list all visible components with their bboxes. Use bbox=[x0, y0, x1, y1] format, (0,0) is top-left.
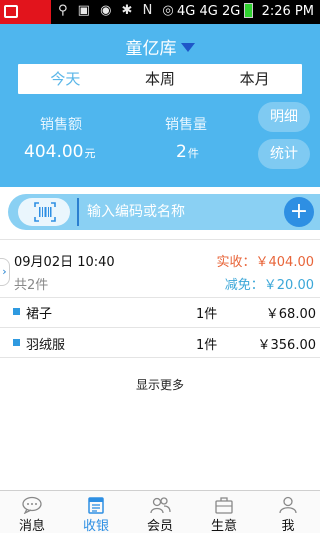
nav-label: 生意 bbox=[210, 519, 237, 533]
nav-cashier[interactable]: 收银 bbox=[64, 491, 128, 533]
cashier-icon bbox=[88, 497, 104, 514]
divider bbox=[0, 357, 320, 358]
business-icon bbox=[215, 497, 233, 514]
scan-button[interactable] bbox=[18, 198, 70, 226]
nav-label: 消息 bbox=[18, 519, 45, 533]
item-price: ￥68.00 bbox=[265, 307, 316, 322]
bottom-nav: 消息 收银 会员 生意 我 bbox=[0, 490, 320, 533]
notification-icons: ⚲ ▣ ◉ ✱ N ◎ bbox=[58, 3, 177, 18]
search-input[interactable] bbox=[77, 198, 291, 226]
add-button[interactable]: + bbox=[284, 197, 314, 227]
detail-button[interactable]: 明细 bbox=[258, 102, 310, 132]
item-quantity: 1件 bbox=[196, 307, 218, 322]
tab-today[interactable]: 今天 bbox=[18, 64, 113, 94]
show-more-link[interactable]: 显示更多 bbox=[0, 376, 320, 393]
plus-icon: + bbox=[289, 199, 309, 224]
signal-2g: 2G bbox=[221, 4, 241, 19]
sales-volume-unit: 件 bbox=[187, 147, 199, 160]
nav-label: 我 bbox=[281, 519, 295, 533]
sales-amount-label: 销售额 bbox=[40, 117, 82, 133]
tab-this-month[interactable]: 本月 bbox=[207, 64, 302, 94]
period-tabs: 今天 本周 本月 bbox=[18, 64, 302, 94]
order-item-row[interactable]: 裙子 1件 ￥68.00 bbox=[0, 300, 320, 326]
notification-badge bbox=[0, 0, 51, 24]
sales-volume: 2件 bbox=[176, 142, 199, 162]
status-time: 2:26 PM bbox=[261, 4, 314, 19]
chat-icon bbox=[22, 496, 42, 514]
sales-amount-value: 404.00 bbox=[24, 142, 84, 162]
item-name: 羽绒服 bbox=[26, 338, 66, 353]
order-item-row[interactable]: 羽绒服 1件 ￥356.00 bbox=[0, 331, 320, 357]
status-bar: ⚲ ▣ ◉ ✱ N ◎ 4G 4G 2G 2:26 PM bbox=[0, 0, 320, 24]
stats-button[interactable]: 统计 bbox=[258, 139, 310, 169]
sales-amount-unit: 元 bbox=[84, 147, 96, 160]
nav-label: 会员 bbox=[146, 519, 173, 533]
sales-header: 童亿库 今天 本周 本月 销售额 404.00元 销售量 2件 明细 统计 bbox=[0, 24, 320, 187]
battery-icon bbox=[244, 3, 254, 18]
item-name: 裙子 bbox=[26, 307, 53, 322]
item-quantity: 1件 bbox=[196, 338, 218, 353]
chevron-right-icon: › bbox=[2, 265, 7, 278]
order-discount-amount: 减免：￥20.00 bbox=[224, 278, 314, 293]
divider bbox=[0, 239, 320, 240]
nav-label: 收银 bbox=[82, 519, 109, 533]
nav-messages[interactable]: 消息 bbox=[0, 491, 64, 533]
signal-4g-a: 4G bbox=[176, 4, 196, 19]
divider bbox=[0, 327, 320, 328]
order-datetime: 09月02日 10:40 bbox=[14, 255, 115, 270]
search-bar: + bbox=[8, 194, 320, 230]
profile-icon bbox=[279, 496, 297, 514]
sales-volume-value: 2 bbox=[176, 142, 187, 162]
expand-side-tab[interactable]: › bbox=[0, 258, 10, 286]
bullet-icon bbox=[13, 308, 20, 315]
signal-4g-b: 4G bbox=[199, 4, 218, 19]
nav-me[interactable]: 我 bbox=[256, 491, 320, 533]
status-right: 4G 4G 2G 2:26 PM bbox=[177, 3, 314, 19]
dropdown-caret-icon bbox=[180, 43, 195, 52]
order-paid-amount: 实收：￥404.00 bbox=[216, 255, 315, 270]
store-name: 童亿库 bbox=[125, 39, 177, 59]
nav-members[interactable]: 会员 bbox=[128, 491, 192, 533]
order-item-count: 共2件 bbox=[14, 278, 49, 293]
tab-this-week[interactable]: 本周 bbox=[113, 64, 208, 94]
divider bbox=[0, 297, 320, 298]
nav-business[interactable]: 生意 bbox=[192, 491, 256, 533]
barcode-scan-icon bbox=[34, 202, 56, 222]
sales-volume-label: 销售量 bbox=[165, 117, 207, 133]
item-price: ￥356.00 bbox=[257, 338, 317, 353]
store-selector[interactable]: 童亿库 bbox=[0, 34, 320, 59]
members-icon bbox=[150, 497, 171, 514]
sales-amount: 404.00元 bbox=[24, 142, 95, 162]
bullet-icon bbox=[13, 339, 20, 346]
